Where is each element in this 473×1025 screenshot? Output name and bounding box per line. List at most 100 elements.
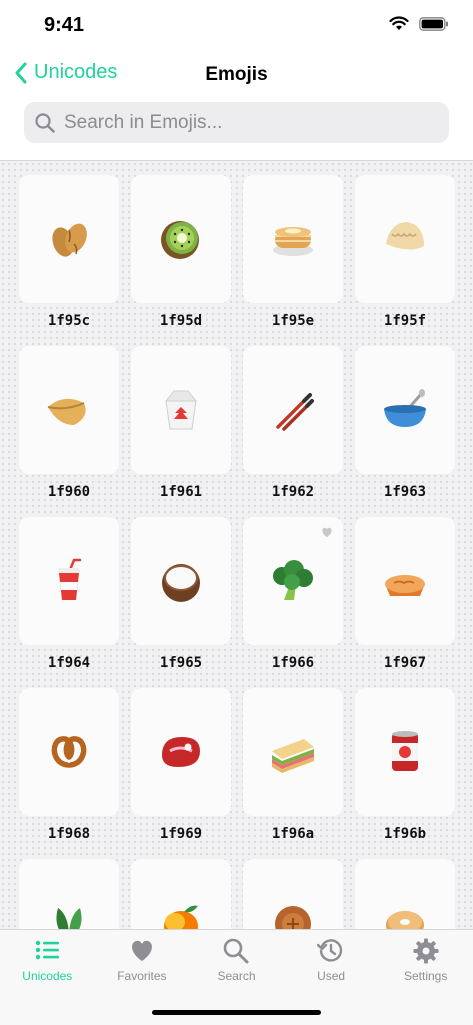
leafy-green-icon xyxy=(56,908,82,929)
emoji-tile[interactable] xyxy=(131,346,231,474)
emoji-cell[interactable]: 1f960 xyxy=(19,346,119,517)
tabs: Unicodes Favorites Search Used Settings xyxy=(0,930,473,983)
wifi-icon xyxy=(389,16,409,30)
emoji-tile[interactable] xyxy=(243,346,343,474)
emoji-grid: 1f95c 1f95d 1f95e 1f95f 1f960 1f961 1f962 1f963… xyxy=(19,175,455,929)
emoji-code-label: 1f96a xyxy=(271,826,315,842)
tab-favorites[interactable]: Favorites xyxy=(95,930,190,983)
emoji-tile[interactable] xyxy=(19,859,119,929)
tab-label: Settings xyxy=(403,969,448,983)
search-input[interactable] xyxy=(62,110,436,135)
coconut-icon xyxy=(162,564,200,602)
emoji-cell[interactable] xyxy=(19,859,119,929)
emoji-tile[interactable] xyxy=(131,175,231,303)
emoji-tile[interactable] xyxy=(19,688,119,816)
pie-icon xyxy=(385,575,425,596)
emoji-tile[interactable] xyxy=(355,859,455,929)
tab-label: Used xyxy=(317,969,346,983)
emoji-tile[interactable] xyxy=(19,346,119,474)
emoji-tile[interactable] xyxy=(131,859,231,929)
emoji-cell[interactable]: 1f96a xyxy=(243,688,343,859)
emoji-tile[interactable] xyxy=(19,175,119,303)
pretzel-icon xyxy=(51,736,87,768)
cup-with-straw-icon xyxy=(58,558,82,600)
emoji-cell[interactable]: 1f964 xyxy=(19,517,119,688)
chopsticks-icon xyxy=(276,393,314,431)
favorite-heart-icon xyxy=(320,525,334,543)
takeout-box-icon xyxy=(164,390,198,430)
history-icon xyxy=(317,939,343,962)
emoji-grid-scroll[interactable]: 1f95c 1f95d 1f95e 1f95f 1f960 1f961 1f962 1f963… xyxy=(0,161,473,929)
emoji-tile[interactable] xyxy=(243,859,343,929)
cut-of-meat-icon xyxy=(162,737,200,767)
emoji-code-label: 1f962 xyxy=(271,484,315,500)
emoji-tile[interactable] xyxy=(131,517,231,645)
emoji-code-label: 1f967 xyxy=(383,655,427,671)
emoji-cell[interactable]: 1f95d xyxy=(131,175,231,346)
emoji-code-label: 1f95e xyxy=(271,313,315,329)
status-time: 9:41 xyxy=(44,14,85,36)
dumpling-icon xyxy=(386,222,424,250)
emoji-cell[interactable]: 1f95c xyxy=(19,175,119,346)
bagel-icon xyxy=(386,911,424,929)
emoji-cell[interactable]: 1f95e xyxy=(243,175,343,346)
emoji-code-label: 1f969 xyxy=(159,826,203,842)
emoji-tile[interactable] xyxy=(355,517,455,645)
tab-used[interactable]: Used xyxy=(284,930,379,983)
emoji-cell[interactable]: 1f965 xyxy=(131,517,231,688)
battery-icon xyxy=(419,16,448,31)
search-icon xyxy=(35,112,55,133)
emoji-tile[interactable] xyxy=(243,688,343,816)
emoji-cell[interactable]: 1f95f xyxy=(355,175,455,346)
emoji-cell[interactable]: 1f962 xyxy=(243,346,343,517)
kiwi-icon xyxy=(161,221,199,259)
emoji-code-label: 1f95f xyxy=(383,313,427,329)
emoji-tile[interactable] xyxy=(355,175,455,303)
home-indicator xyxy=(152,1010,321,1015)
emoji-cell[interactable]: 1f96b xyxy=(355,688,455,859)
emoji-tile[interactable] xyxy=(243,175,343,303)
navigation-bar: Unicodes Emojis xyxy=(0,55,473,99)
emoji-cell[interactable] xyxy=(355,859,455,929)
tab-search[interactable]: Search xyxy=(189,930,284,983)
status-bar: 9:41 xyxy=(0,0,473,50)
page-title: Emojis xyxy=(205,64,268,85)
mango-icon xyxy=(164,905,198,929)
tab-settings[interactable]: Settings xyxy=(378,930,473,983)
emoji-code-label: 1f95d xyxy=(159,313,203,329)
emoji-tile[interactable] xyxy=(19,517,119,645)
emoji-cell[interactable]: 1f961 xyxy=(131,346,231,517)
broccoli-icon xyxy=(273,560,313,600)
emoji-code-label: 1f963 xyxy=(383,484,427,500)
canned-food-icon xyxy=(392,731,418,771)
emoji-cell[interactable]: 1f967 xyxy=(355,517,455,688)
emoji-code-label: 1f961 xyxy=(159,484,203,500)
emoji-tile[interactable] xyxy=(243,517,343,645)
status-icons xyxy=(389,16,449,31)
peanuts-icon xyxy=(52,223,87,257)
emoji-code-label: 1f95c xyxy=(47,313,91,329)
tab-unicodes[interactable]: Unicodes xyxy=(0,930,95,983)
emoji-cell[interactable] xyxy=(243,859,343,929)
emoji-code-label: 1f960 xyxy=(47,484,91,500)
emoji-code-label: 1f96b xyxy=(383,826,427,842)
emoji-cell[interactable] xyxy=(131,859,231,929)
search-bar[interactable] xyxy=(24,102,449,143)
emoji-cell[interactable]: 1f963 xyxy=(355,346,455,517)
emoji-code-label: 1f966 xyxy=(271,655,315,671)
emoji-cell[interactable]: 1f969 xyxy=(131,688,231,859)
emoji-code-label: 1f964 xyxy=(47,655,91,671)
gear-icon xyxy=(413,938,439,964)
emoji-tile[interactable] xyxy=(131,688,231,816)
emoji-cell[interactable]: 1f966 xyxy=(243,517,343,688)
moon-cake-icon xyxy=(275,906,311,929)
pancakes-icon xyxy=(273,227,313,256)
emoji-code-label: 1f968 xyxy=(47,826,91,842)
emoji-tile[interactable] xyxy=(355,688,455,816)
emoji-cell[interactable]: 1f968 xyxy=(19,688,119,859)
list-icon xyxy=(36,940,60,960)
tab-label: Favorites xyxy=(117,969,167,983)
tab-label: Search xyxy=(217,969,256,983)
tab-label: Unicodes xyxy=(22,969,73,983)
emoji-tile[interactable] xyxy=(355,346,455,474)
